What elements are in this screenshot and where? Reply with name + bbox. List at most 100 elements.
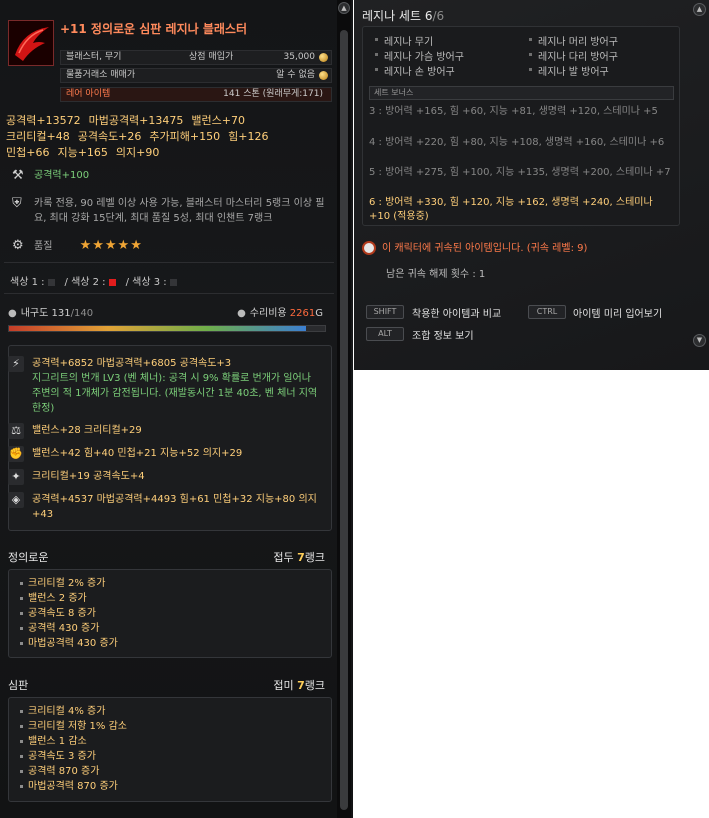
prefix-rank: 접두 7랭크 (273, 549, 325, 565)
set-bonus-label: 세트 보너스 (369, 86, 674, 100)
suffix-rank-type: 접미 (273, 679, 294, 692)
durability-bar (8, 325, 326, 332)
suffix-list: 크리티컬 4% 증가 크리티컬 저항 1% 감소 밸런스 1 감소 공격속도 3… (20, 704, 127, 794)
list-item: 마법공격력 430 증가 (20, 636, 118, 651)
attack-bonus-line: ⚒ 공격력+100 (12, 168, 337, 183)
set-bonus-6: 6 : 방어력 +330, 힘 +120, 지능 +162, 생명력 +240,… (369, 197, 653, 222)
enchant-text-1: 공격력+6852 마법공격력+6805 공격속도+3 (32, 358, 232, 369)
prefix-rank-num: 7 (297, 551, 305, 564)
set-piece: 레지나 다리 방어구 (529, 48, 618, 63)
warning-icon (362, 241, 376, 255)
set-piece: 레지나 머리 방어구 (529, 33, 618, 48)
bound-text: 이 캐릭터에 귀속된 아이템입니다. (귀속 레벨: 9) (382, 243, 588, 254)
set-count: /6 (432, 9, 445, 23)
color-slots: 색상 1 : / 색상 2 : / 색상 3 : (10, 273, 187, 288)
color-3-swatch[interactable] (169, 278, 177, 286)
base-stats: 공격력+13572 마법공격력+13475 밸런스+70 크리티컬+48 공격속도+2… (6, 113, 336, 161)
market-price-label: 물품거래소 매매가 (66, 70, 136, 80)
divider (4, 262, 334, 263)
list-item: 공격속도 3 증가 (20, 749, 127, 764)
weapon-type-label: 블래스터, 무기 (66, 52, 122, 62)
set-title: 레지나 세트 6/6 (362, 7, 444, 24)
repair-unit: G (315, 308, 323, 319)
set-bonus-3: 3 : 방어력 +165, 힘 +60, 지능 +81, 생명력 +120, 스… (369, 106, 658, 117)
prefix-rank-type: 접두 (273, 551, 294, 564)
separator: / (125, 277, 129, 288)
prefix-list: 크리티컬 2% 증가 밸런스 2 증가 공격속도 8 증가 공격력 430 증가… (20, 576, 118, 651)
shop-price-value: 35,000 (283, 52, 316, 62)
set-piece: 레지나 가슴 방어구 (375, 48, 464, 63)
shortcut-label: 조합 정보 보기 (412, 331, 474, 342)
shortcut-label: 아이템 미리 입어보기 (573, 309, 663, 320)
list-item: 크리티컬 4% 증가 (20, 704, 127, 719)
repair-dot-icon: ● (237, 308, 246, 319)
list-item: 밸런스 2 증가 (20, 591, 118, 606)
shop-price-label: 상점 매입가 (189, 52, 234, 62)
durability-dot-icon: ● (8, 308, 17, 319)
list-item: 밸런스 1 감소 (20, 734, 127, 749)
enchant-desc-text: 지그리트의 번개 LV3 (벤 체너): 공격 시 9% 확률로 번개가 일어나… (32, 373, 318, 414)
separator: / (64, 277, 68, 288)
enchant-text-5: 공격력+4537 마법공격력+4493 힘+61 민첩+32 지능+80 의지+… (32, 494, 317, 520)
color-2-swatch[interactable] (108, 278, 116, 286)
list-item: 공격력 430 증가 (20, 621, 118, 636)
stat-magic-attack: 마법공격력+13475 (88, 114, 184, 127)
weight-value: 141 스톤 (원래무게:171) (223, 89, 323, 99)
stat-dexterity: 민첩+66 (6, 146, 50, 159)
crit-icon: ✦ (8, 469, 24, 485)
set-bonus-4: 4 : 방어력 +220, 힘 +80, 지능 +108, 생명력 +160, … (369, 137, 665, 148)
color-1-swatch[interactable] (47, 278, 55, 286)
market-price-row: 물품거래소 매매가 알 수 없음 (60, 68, 332, 83)
list-item: 공격력 870 증가 (20, 764, 127, 779)
repair-value: 2261 (289, 308, 316, 319)
tooltip-scrollbar[interactable]: ▲ (337, 0, 351, 818)
stat-critical: 크리티컬+48 (6, 130, 70, 143)
enchant-desc: 지그리트의 번개 LV3 (벤 체너): 공격 시 9% 확률로 번개가 일어나… (8, 371, 318, 416)
stat-attack-speed: 공격속도+26 (77, 130, 142, 143)
shift-key-badge: SHIFT (366, 305, 404, 319)
lightning-icon: ⚡ (8, 356, 24, 372)
scroll-up-icon[interactable]: ▲ (338, 2, 350, 14)
item-name: +11 정의로운 심판 레지나 블래스터 (60, 22, 247, 36)
rarity-row: 레어 아이템 141 스톤 (원래무게:171) (60, 87, 332, 102)
stat-intelligence: 지능+165 (57, 146, 108, 159)
list-item: 크리티컬 2% 증가 (20, 576, 118, 591)
weapon-type-row: 블래스터, 무기 상점 매입가 35,000 (60, 50, 332, 65)
shortcut-label: 착용한 아이템과 비교 (412, 309, 502, 320)
scroll-down-icon[interactable]: ▼ (693, 334, 706, 347)
gold-coin-icon (319, 71, 328, 80)
stat-will: 의지+90 (115, 146, 160, 159)
set-bonus-5: 5 : 방어력 +275, 힘 +100, 지능 +135, 생명력 +200,… (369, 167, 671, 178)
scroll-thumb[interactable] (340, 30, 348, 810)
set-scrollbar[interactable]: ▲ ▼ (690, 0, 708, 370)
quality-label: 품질 (34, 241, 53, 252)
enchant-line-2: ⚖ 밸런스+28 크리티컬+29 (8, 423, 318, 439)
scroll-up-icon[interactable]: ▲ (693, 3, 706, 16)
set-piece: 레지나 손 방어구 (375, 63, 455, 78)
blaster-weapon-icon (8, 20, 54, 66)
rarity-label: 레어 아이템 (66, 89, 111, 99)
enchant-text-2: 밸런스+28 크리티컬+29 (32, 425, 142, 436)
stat-attack: 공격력+13572 (6, 114, 81, 127)
list-item: 크리티컬 저항 1% 감소 (20, 719, 127, 734)
stat-balance: 밸런스+70 (191, 114, 245, 127)
set-name: 레지나 세트 6 (362, 9, 433, 23)
prefix-rank-suffix: 랭크 (304, 551, 325, 564)
enchant-line-5: ◈ 공격력+4537 마법공격력+4493 힘+61 민첩+32 지능+80 의… (8, 492, 318, 522)
list-item: 공격속도 8 증가 (20, 606, 118, 621)
color-1-label: 색상 1 : (10, 277, 45, 288)
suffix-rank: 접미 7랭크 (273, 677, 325, 693)
set-piece: 레지나 발 방어구 (529, 63, 609, 78)
pickaxe-icon: ⚒ (12, 168, 24, 183)
quality-line: ⚙ 품질 ★★★★★ (12, 238, 337, 254)
bound-notice: 이 캐릭터에 귀속된 아이템입니다. (귀속 레벨: 9) (362, 239, 587, 255)
divider (4, 293, 334, 294)
item-tooltip-panel: ▲ +11 정의로운 심판 레지나 블래스터 블래스터, 무기 상점 매입가 3… (0, 0, 353, 818)
requirement-text: 카록 전용, 90 레벨 이상 사용 가능, 블래스터 마스터리 5랭크 이상 … (34, 198, 325, 224)
durability-fill (9, 326, 307, 331)
market-price-value: 알 수 없음 (276, 70, 315, 80)
suffix-rank-suffix: 랭크 (304, 679, 325, 692)
durability-label: 내구도 (20, 308, 49, 319)
stat-extra-damage: 추가피해+150 (149, 130, 221, 143)
durability-current: 131 (51, 308, 71, 319)
